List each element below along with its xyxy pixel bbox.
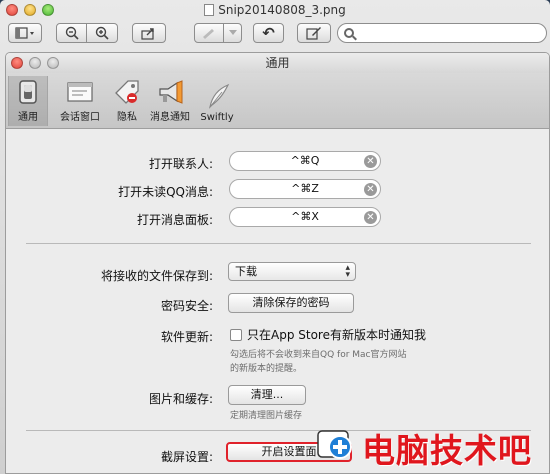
sidebar-view-icon [15,27,34,39]
megaphone-icon [159,80,183,104]
clear-shortcut-icon[interactable]: ✕ [364,211,377,224]
prefs-minimize-button[interactable] [29,57,41,69]
share-icon [141,27,154,40]
select-arrows-icon: ▴ ▾ [345,263,350,280]
prefs-window-controls [11,57,59,69]
rotate-button[interactable]: ↶ [253,23,284,43]
update-hint: 勾选后将不会收到来自QQ for Mac官方网站 的新版本的提醒。 [230,348,407,376]
tab-chat-window-label: 会话窗口 [60,112,100,123]
zoom-in-button[interactable] [87,23,118,43]
images-cache-label: 图片和缓存: [148,392,213,406]
clear-saved-password-button[interactable]: 清除保存的密码 [228,293,354,313]
zoom-out-button[interactable] [56,23,87,43]
chat-window-icon [67,82,93,102]
tab-general[interactable]: 通用 [8,76,48,126]
open-message-panel-shortcut-value: ^⌘X [291,210,319,223]
close-window-button[interactable] [6,4,18,16]
save-location-value: 下载 [235,265,257,278]
preferences-tabbar: 通用 会话窗口 隐私 消息通知 Swiftly [6,73,549,129]
software-update-label: 软件更新: [160,330,213,344]
preview-window: Snip20140808_3.png ↶ 通用 通用 会话窗口 隐私 消息通知 … [0,0,550,474]
prefs-close-button[interactable] [11,57,23,69]
tab-swiftly-label: Swiftly [200,112,234,123]
search-icon [344,28,354,38]
markup-menu-button[interactable] [224,23,242,43]
app-store-only-checkbox[interactable] [230,328,242,341]
screenshot-settings-label: 截屏设置: [160,450,213,464]
view-menu-button[interactable] [8,23,42,43]
preferences-window: 通用 通用 会话窗口 隐私 消息通知 Swiftly 打开联系人: ^⌘Q ✕ … [5,52,550,474]
tab-notifications-label: 消息通知 [150,112,190,123]
edit-toolbar-button[interactable] [297,23,331,43]
clear-shortcut-icon[interactable]: ✕ [364,155,377,168]
tab-notifications[interactable]: 消息通知 [146,76,194,126]
tab-privacy-label: 隐私 [117,112,137,123]
chevron-down-icon [228,30,237,35]
cache-hint: 定期清理图片缓存 [230,411,303,421]
document-title: Snip20140808_3.png [204,0,346,20]
share-button[interactable] [132,23,166,43]
general-settings-panel: 打开联系人: ^⌘Q ✕ 打开未读QQ消息: ^⌘Z ✕ 打开消息面板: ^⌘X… [6,130,549,473]
privacy-tag-icon [115,80,139,104]
update-hint-line1: 勾选后将不会收到来自QQ for Mac官方网站 [230,350,407,360]
save-location-select[interactable]: 下载 ▴ ▾ [228,262,356,281]
preview-titlebar: Snip20140808_3.png [0,0,550,20]
zoom-in-icon [95,26,109,40]
update-hint-line2: 的新版本的提醒。 [230,364,303,374]
clear-shortcut-icon[interactable]: ✕ [364,183,377,196]
watermark-text: 电脑技术吧 [362,431,532,470]
tab-general-label: 通用 [18,112,38,123]
open-unread-shortcut-value: ^⌘Z [291,182,319,195]
clean-cache-button[interactable]: 清理... [228,385,306,405]
open-message-panel-shortcut-field[interactable]: ^⌘X ✕ [229,207,381,227]
open-contacts-shortcut-value: ^⌘Q [290,154,320,167]
password-security-label: 密码安全: [160,299,213,313]
search-input[interactable] [358,26,538,40]
feather-icon [209,83,230,109]
window-controls [6,4,54,16]
preview-toolbar: ↶ [0,20,550,48]
tab-chat-window[interactable]: 会话窗口 [54,76,106,126]
save-files-label: 将接收的文件保存到: [100,269,213,283]
zoom-window-button[interactable] [42,4,54,16]
tab-swiftly[interactable]: Swiftly [196,76,238,126]
preferences-title: 通用 [265,56,290,70]
switch-icon [19,80,37,104]
document-title-text: Snip20140808_3.png [218,3,346,17]
open-message-panel-label: 打开消息面板: [136,213,213,227]
pen-icon [203,29,214,39]
search-field[interactable] [337,23,547,43]
open-contacts-shortcut-field[interactable]: ^⌘Q ✕ [229,151,381,171]
edit-icon [306,27,321,40]
minimize-window-button[interactable] [24,4,36,16]
markup-pen-button[interactable] [194,23,224,43]
app-store-only-label: 只在App Store有新版本时通知我 [247,328,426,342]
zoom-out-icon [65,26,79,40]
preferences-titlebar: 通用 [6,53,549,73]
tab-privacy[interactable]: 隐私 [110,76,144,126]
prefs-zoom-button[interactable] [47,57,59,69]
open-contacts-label: 打开联系人: [148,157,213,171]
watermark-logo-icon [317,430,352,459]
open-unread-shortcut-field[interactable]: ^⌘Z ✕ [229,179,381,199]
open-unread-label: 打开未读QQ消息: [118,185,213,199]
document-icon [204,4,215,16]
app-store-only-checkbox-row[interactable]: 只在App Store有新版本时通知我 [230,326,426,343]
section-divider [26,243,531,244]
